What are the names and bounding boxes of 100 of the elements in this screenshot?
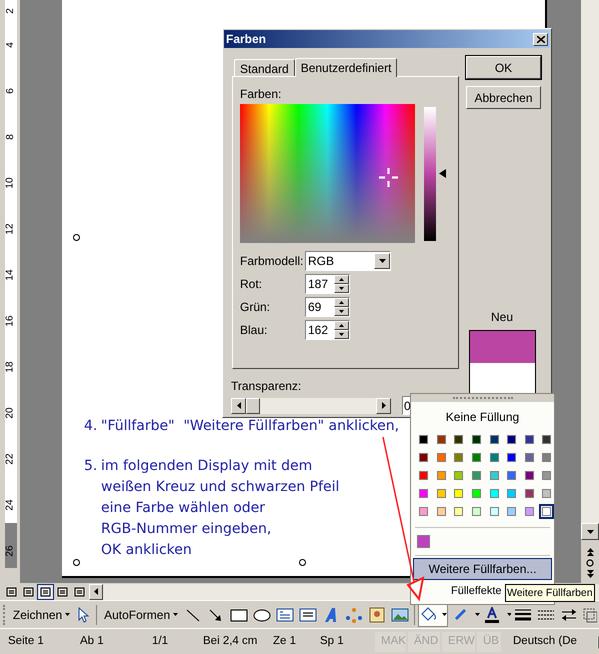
step-number: 5. — [84, 457, 98, 476]
dropdown-arrow-icon — [378, 259, 386, 263]
ruler-number: 14 — [6, 269, 16, 281]
menu-button[interactable]: AutoFormen — [101, 604, 182, 626]
status-field: ÄND — [408, 632, 440, 652]
caret-icon — [442, 612, 448, 616]
view-icon — [40, 586, 51, 596]
dialog-tab[interactable]: Benutzerdefiniert — [294, 58, 398, 77]
dialog-button[interactable]: OK — [466, 56, 541, 79]
ruler-number: 16 — [6, 315, 16, 327]
line-style-icon — [514, 606, 532, 622]
color-swatch[interactable] — [416, 504, 431, 519]
caret-icon — [475, 613, 480, 616]
close-icon — [536, 36, 544, 42]
status-field: 1/1 — [146, 632, 191, 652]
preview-label: Neu — [490, 309, 514, 326]
status-field: Ab 1 — [74, 632, 144, 652]
menu-button[interactable]: Zeichnen — [10, 604, 74, 626]
instruction-text: OK anklicken — [101, 541, 193, 560]
status-field: Seite 1 — [2, 632, 72, 652]
transparency-label: Transparenz: — [231, 378, 302, 395]
right-triangle-icon — [382, 402, 386, 409]
instruction-text: RGB-Nummer eingeben, — [101, 520, 272, 539]
instruction-text: eine Farbe wählen oder — [101, 499, 266, 518]
circle-icon — [586, 558, 594, 566]
scroll-down-button[interactable] — [581, 523, 599, 540]
color-swatch[interactable] — [416, 486, 431, 501]
color-swatch[interactable] — [416, 468, 431, 483]
down-triangle-icon — [339, 310, 344, 313]
status-field: Ze 1 — [267, 632, 312, 652]
dialog-title: Farben — [226, 31, 266, 48]
up-triangle-icon — [339, 301, 344, 304]
pointer-triangle-icon — [439, 169, 446, 178]
ruler-number: 18 — [6, 361, 16, 373]
textbox-icon — [276, 606, 294, 622]
down-triangle-icon — [339, 333, 344, 336]
status-field: MAK — [375, 632, 406, 652]
ruler-number: 20 — [6, 407, 16, 419]
ruler-number: 6 — [6, 88, 16, 94]
down-triangle-icon — [586, 530, 594, 534]
rectangle-icon — [230, 606, 248, 622]
up-triangle-icon — [339, 278, 344, 281]
caret-icon — [173, 613, 178, 616]
ellipse-icon — [253, 606, 272, 622]
status-field: Deutsch (De — [507, 632, 589, 652]
shadow-icon — [582, 606, 597, 622]
color-spectrum[interactable] — [240, 104, 415, 243]
field-label: Grün: — [240, 299, 272, 316]
slider-thumb[interactable] — [246, 398, 260, 414]
status-field: ERW — [442, 632, 475, 652]
transparency-slider[interactable] — [231, 398, 391, 414]
dialog-button[interactable]: Abbrechen — [466, 86, 541, 109]
down-triangle-icon — [339, 287, 344, 290]
field-label: Blau: — [240, 322, 268, 339]
color-swatch[interactable] — [416, 450, 431, 465]
cursor-arrow-icon — [76, 606, 90, 622]
more-fill-colors-item[interactable]: Weitere Füllfarben... — [413, 558, 552, 580]
left-triangle-icon — [236, 402, 240, 409]
text-frame-icon — [299, 606, 318, 622]
no-fill-option[interactable]: Keine Füllung — [411, 402, 554, 432]
left-triangle-icon — [94, 588, 98, 595]
scroll-left-button[interactable] — [89, 584, 103, 600]
color-swatch[interactable] — [539, 504, 554, 519]
caret-icon — [506, 613, 511, 616]
field-label: Farbmodell: — [240, 253, 304, 270]
number-spinner[interactable]: 162 — [305, 320, 350, 340]
color-swatch[interactable] — [416, 432, 431, 447]
ruler-number: 2 — [6, 8, 16, 14]
menu-drag-handle[interactable] — [411, 394, 554, 402]
clip-art-icon — [368, 606, 386, 622]
double-up-icon — [586, 548, 594, 556]
font-color-icon — [482, 606, 501, 622]
toolbar-grip[interactable] — [3, 604, 6, 624]
status-field: Sp 1 — [314, 632, 369, 652]
dialog-tab[interactable]: Standard — [234, 59, 295, 76]
selection-handle[interactable] — [73, 234, 80, 241]
step-number: 4. — [84, 417, 98, 436]
number-spinner[interactable]: 187 — [305, 274, 350, 294]
ruler-number: 24 — [6, 499, 16, 511]
close-button[interactable] — [533, 32, 548, 46]
instruction-text: weißen Kreuz und schwarzen Pfeil — [101, 478, 340, 497]
ruler-number: 4 — [6, 42, 16, 48]
luminance-strip[interactable] — [424, 107, 436, 241]
color-model-dropdown[interactable]: RGB — [305, 251, 391, 271]
number-spinner[interactable]: 69 — [305, 297, 350, 317]
selection-handle[interactable] — [299, 559, 306, 566]
up-triangle-icon — [339, 324, 344, 327]
selection-handle[interactable] — [73, 559, 80, 566]
view-button[interactable] — [37, 584, 54, 600]
view-icon — [74, 586, 85, 596]
picture-icon — [391, 606, 410, 622]
recent-color-swatch[interactable] — [417, 535, 430, 548]
instruction-text: "Füllfarbe" "Weitere Füllfarben" anklicken, — [101, 417, 400, 436]
ruler-number: 10 — [6, 177, 16, 189]
field-label: Rot: — [240, 276, 264, 293]
arrow-style-icon — [560, 606, 578, 622]
status-field: ÜB — [477, 632, 501, 652]
crosshair-icon — [379, 168, 398, 187]
caret-icon — [65, 613, 70, 616]
view-icon — [23, 586, 34, 596]
